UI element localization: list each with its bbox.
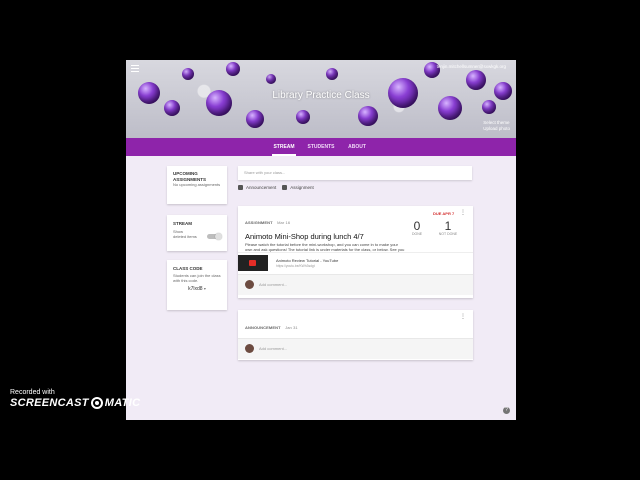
announcement-icon	[238, 185, 243, 190]
class-title: Library Practice Class	[272, 90, 370, 101]
watermark-recorded-with: Recorded with	[10, 389, 55, 396]
avatar	[245, 280, 254, 289]
menu-icon[interactable]	[131, 65, 139, 72]
not-done-stat[interactable]: 1 NOT DONE	[434, 220, 462, 236]
banner-bubble	[466, 70, 486, 90]
stream-card: STREAM Show deleted items	[167, 215, 227, 251]
banner-bubble	[226, 62, 240, 76]
not-done-count: 1	[444, 219, 452, 233]
assignment-title[interactable]: Animoto Mini-Shop during lunch 4/7	[245, 232, 405, 241]
share-input[interactable]: Share with your class...	[238, 166, 472, 180]
attachment-title: Animoto Review Tutorial - YouTube	[276, 258, 339, 263]
upcoming-card: UPCOMING ASSIGNMENTS No upcoming assignm…	[167, 166, 227, 204]
show-deleted-toggle[interactable]	[207, 233, 222, 240]
banner-bubble	[326, 68, 338, 80]
avatar	[245, 344, 254, 353]
upcoming-text: No upcoming assignments	[173, 182, 221, 187]
banner-bubble	[182, 68, 194, 80]
not-done-label: NOT DONE	[438, 232, 458, 236]
watermark-brand: SCREENCAST MATIC	[10, 397, 140, 409]
post-type-label: ASSIGNMENT	[245, 220, 273, 225]
help-icon[interactable]: ?	[503, 407, 510, 414]
assignment-icon	[282, 185, 288, 190]
upcoming-title: UPCOMING ASSIGNMENTS	[173, 171, 207, 182]
done-label: DONE	[411, 232, 423, 236]
class-code-title: CLASS CODE	[173, 266, 203, 271]
banner-bubble	[164, 100, 180, 116]
done-stat[interactable]: 0 DONE	[408, 220, 426, 236]
tab-about[interactable]: ABOUT	[346, 138, 368, 156]
banner-bubble	[296, 110, 310, 124]
video-thumbnail	[238, 255, 268, 271]
comment-input[interactable]: Add comment...	[259, 282, 287, 287]
watermark-brand-right: MATIC	[104, 397, 141, 409]
banner-bubble	[246, 110, 264, 128]
classroom-viewport: tenjin.mitchellsumner@sxwkgk.org Library…	[126, 60, 516, 420]
class-code-card: CLASS CODE Students can join the class w…	[167, 260, 227, 310]
more-options-icon[interactable]: ⋮	[460, 209, 466, 216]
post-type-label: ANNOUNCEMENT	[245, 325, 281, 330]
comment-row[interactable]: Add comment...	[238, 274, 473, 295]
tab-bar: STREAM STUDENTS ABOUT	[126, 138, 516, 156]
due-date: DUE APR 7	[433, 211, 455, 216]
class-code: k7lxd8	[188, 285, 203, 292]
attachment-url: https://youtu.be/KWh3sdgt	[276, 264, 315, 268]
assignment-button[interactable]: Assignment	[282, 185, 314, 190]
post-date: Mar 16	[277, 220, 291, 225]
theme-links: Select theme Upload photo	[483, 120, 510, 132]
assignment-header: ASSIGNMENT Mar 16 Animoto Mini-Shop duri…	[245, 211, 405, 257]
play-icon	[249, 260, 256, 266]
attachment[interactable]: Animoto Review Tutorial - YouTube https:…	[238, 252, 473, 273]
banner-bubble	[358, 106, 378, 126]
class-banner: tenjin.mitchellsumner@sxwkgk.org Library…	[126, 60, 516, 138]
announcement-post: ANNOUNCEMENT Jan 31 This is a test class…	[238, 310, 473, 360]
class-code-value[interactable]: k7lxd8 ▾	[173, 286, 221, 292]
post-date: Jan 31	[285, 325, 298, 330]
watermark-brand-left: SCREENCAST	[10, 397, 89, 409]
class-code-text: Students can join the class with this co…	[173, 272, 221, 283]
assignment-label: Assignment	[290, 185, 314, 190]
stream-settings-title: STREAM	[173, 221, 192, 226]
tab-students[interactable]: STUDENTS	[306, 138, 336, 156]
watermark-logo-icon	[90, 397, 103, 409]
announcement-label: Announcement	[246, 185, 277, 190]
done-count: 0	[413, 219, 421, 233]
banner-bubble	[266, 74, 276, 84]
show-deleted-label: Show deleted items	[173, 228, 197, 239]
assignment-post: ASSIGNMENT Mar 16 Animoto Mini-Shop duri…	[238, 206, 473, 298]
upload-photo-link[interactable]: Upload photo	[483, 126, 510, 132]
tab-stream[interactable]: STREAM	[272, 138, 296, 156]
user-email[interactable]: tenjin.mitchellsumner@sxwkgk.org	[437, 64, 506, 69]
banner-bubble	[482, 100, 496, 114]
announcement-button[interactable]: Announcement	[238, 185, 276, 190]
screencast-watermark: Recorded with SCREENCAST MATIC	[10, 388, 140, 409]
comment-input[interactable]: Add comment...	[259, 346, 287, 351]
chevron-down-icon[interactable]: ▾	[204, 286, 206, 291]
comment-row[interactable]: Add comment...	[238, 338, 473, 359]
post-actions: Announcement Assignment	[238, 185, 314, 190]
more-options-icon[interactable]: ⋮	[460, 313, 466, 320]
